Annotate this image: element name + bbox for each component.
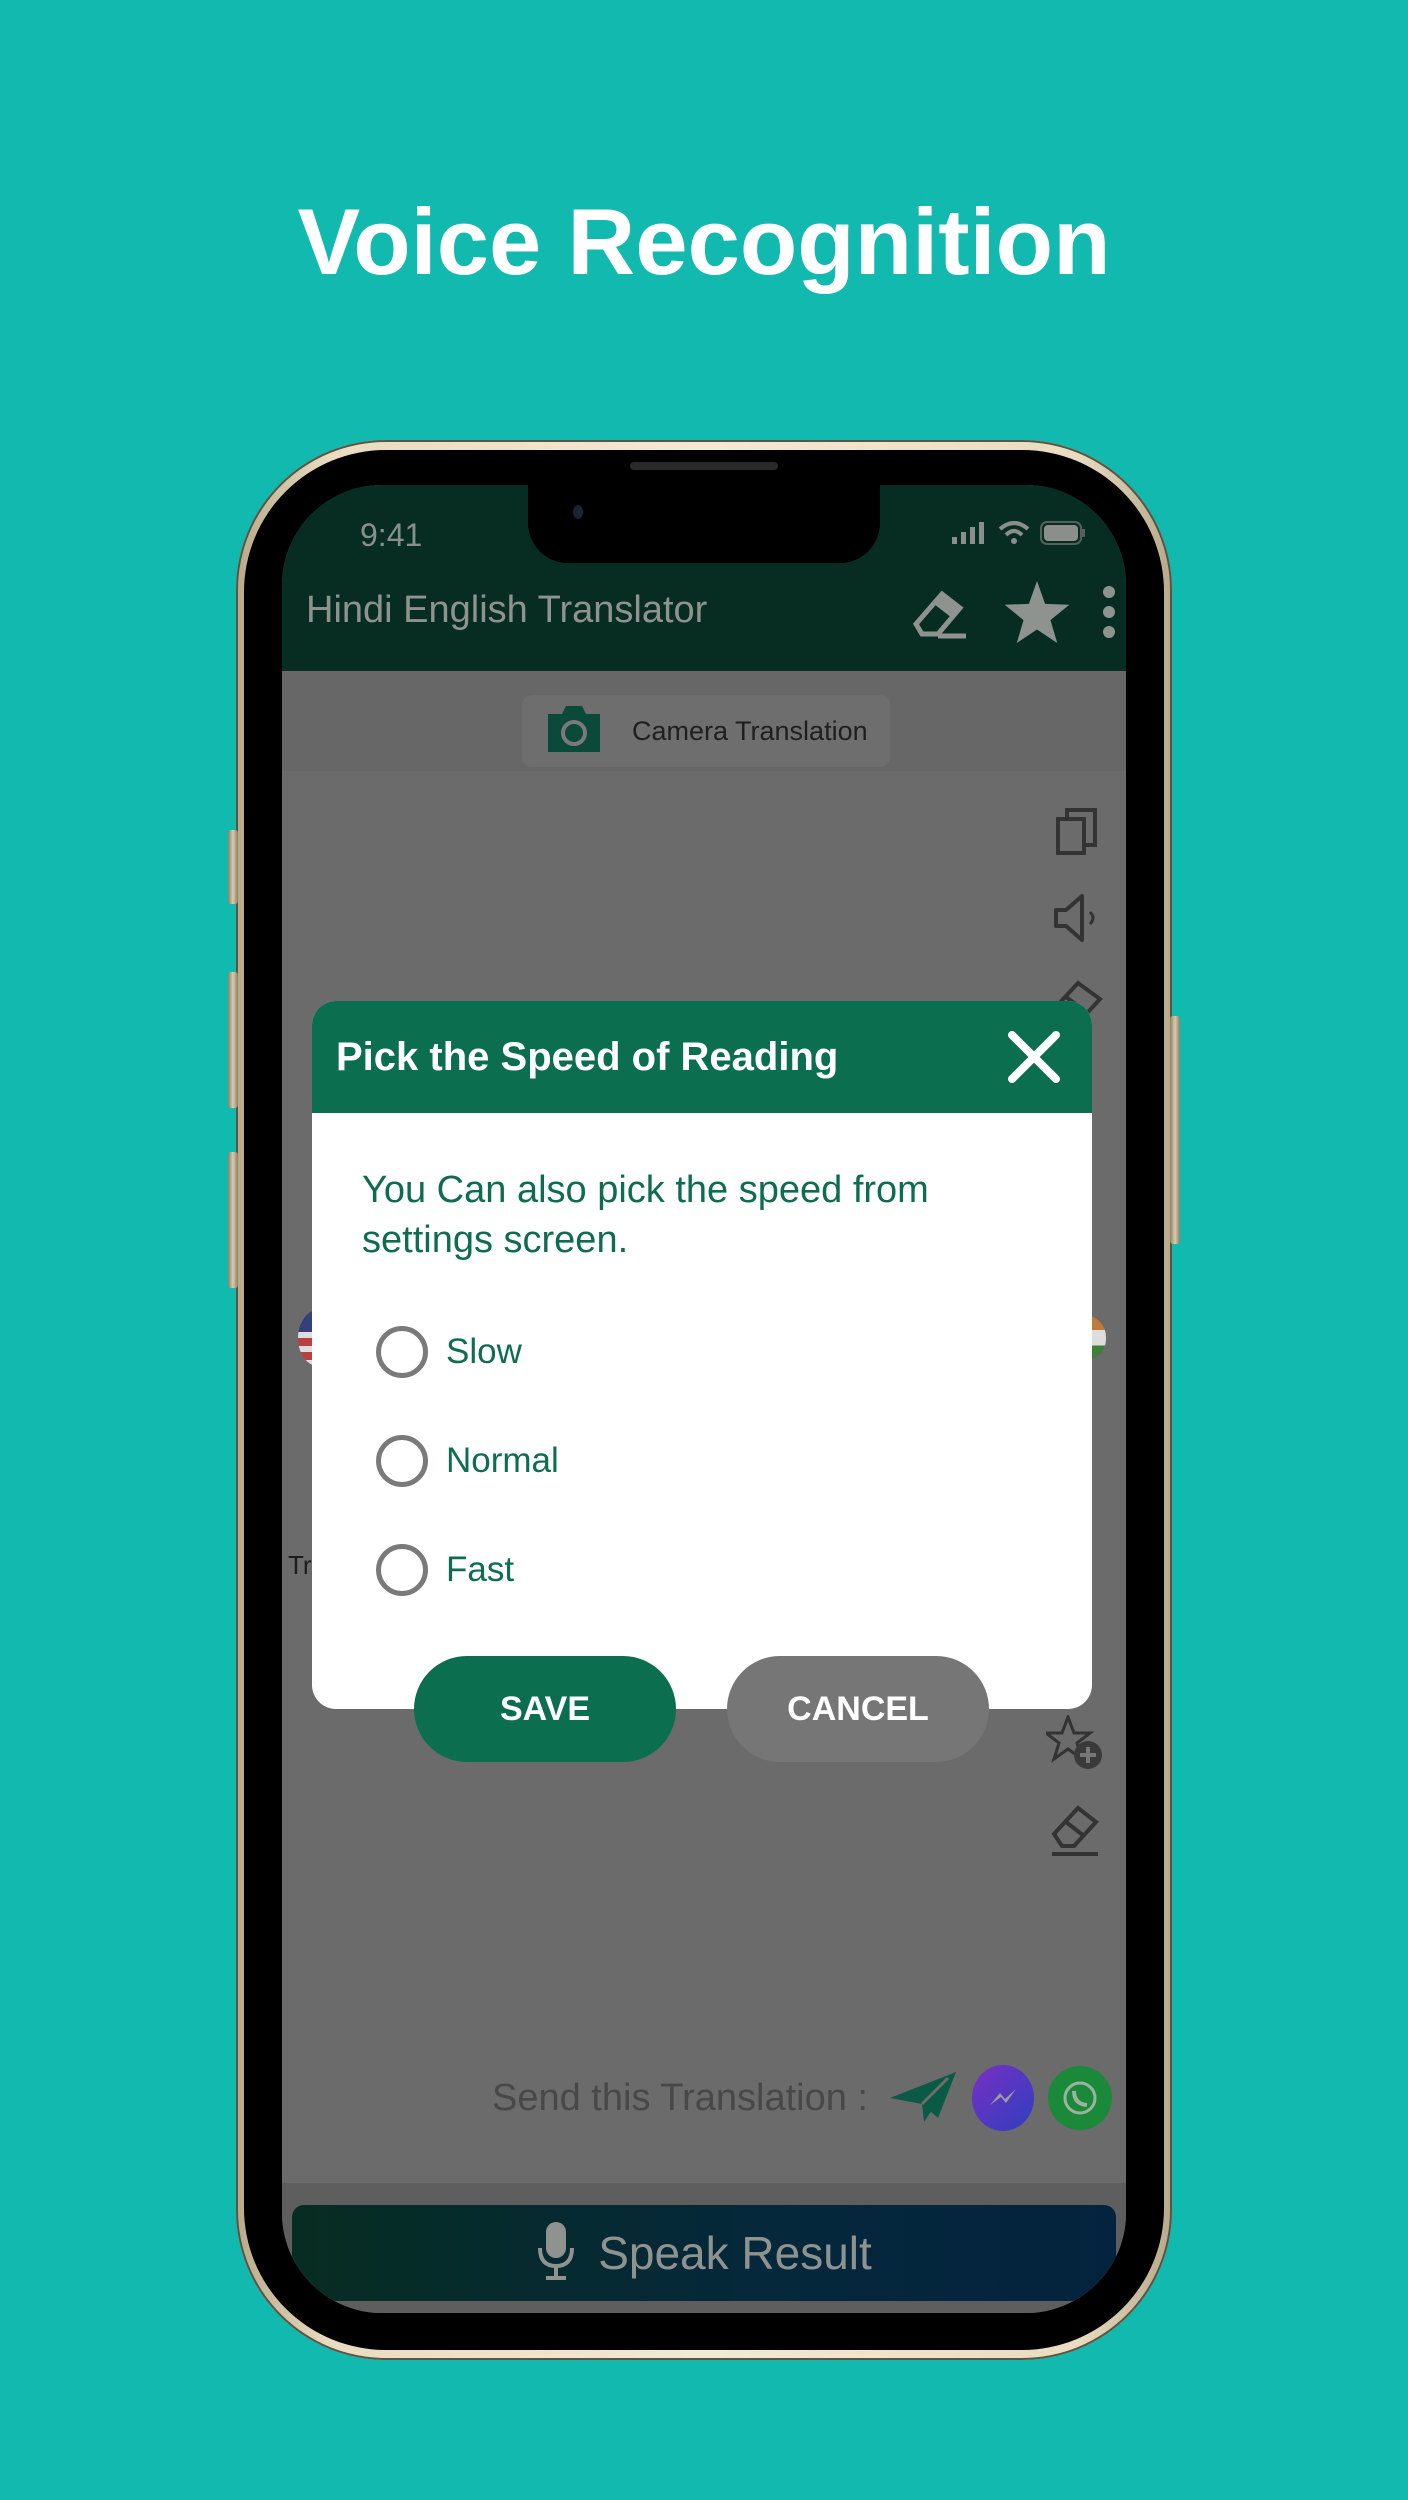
wifi-icon	[998, 521, 1030, 550]
radio-button[interactable]	[376, 1326, 428, 1378]
radio-option-fast[interactable]: Fast	[376, 1544, 514, 1596]
dialog-title: Pick the Speed of Reading	[336, 1035, 839, 1079]
speak-result-label: Speak Result	[598, 2227, 872, 2279]
dialog-message: You Can also pick the speed from setting…	[362, 1169, 929, 1261]
app-bar-actions	[908, 581, 1116, 648]
camera-translation-label: Camera Translation	[632, 715, 868, 746]
phone-power-button	[1170, 1016, 1180, 1244]
output-tools	[1041, 1712, 1104, 1861]
status-icons	[952, 521, 1086, 550]
phone-volume-up-button	[228, 972, 238, 1108]
dialog-header: Pick the Speed of Reading	[312, 1001, 1092, 1113]
battery-icon	[1040, 521, 1086, 550]
telegram-icon[interactable]	[888, 2068, 958, 2129]
camera-icon	[544, 702, 604, 761]
messenger-icon[interactable]	[972, 2065, 1034, 2131]
share-label: Send this Translation :	[492, 2076, 868, 2119]
share-row: Send this Translation :	[492, 2065, 1112, 2131]
app-bar: 9:41 Hindi English Translator	[282, 485, 1126, 671]
speaker-icon[interactable]	[1052, 892, 1102, 949]
radio-option-slow[interactable]: Slow	[376, 1326, 522, 1378]
star-icon[interactable]	[1004, 581, 1070, 648]
promo-title: Voice Recognition	[297, 189, 1111, 294]
speak-result-button[interactable]: Speak Result	[292, 2205, 1116, 2301]
status-time: 9:41	[360, 517, 423, 553]
partial-label: Tr	[288, 1550, 312, 1580]
radio-option-normal[interactable]: Normal	[376, 1435, 559, 1487]
eraser-icon[interactable]	[1048, 1800, 1102, 1861]
save-button[interactable]: SAVE	[414, 1656, 676, 1762]
eraser-icon[interactable]	[908, 584, 972, 645]
speed-dialog: Pick the Speed of Reading You Can also p…	[312, 1001, 1092, 1709]
favorite-add-icon[interactable]	[1041, 1712, 1104, 1776]
radio-button[interactable]	[376, 1435, 428, 1487]
whatsapp-icon[interactable]	[1048, 2066, 1112, 2130]
camera-translation-button[interactable]: Camera Translation	[522, 695, 890, 767]
close-icon	[1008, 1031, 1060, 1083]
signal-icon	[952, 522, 988, 549]
radio-label: Slow	[446, 1332, 522, 1371]
microphone-icon	[536, 2220, 576, 2287]
radio-label: Fast	[446, 1550, 515, 1589]
copy-icon[interactable]	[1055, 807, 1099, 862]
app-title: Hindi English Translator	[306, 589, 708, 631]
notch	[528, 485, 880, 563]
phone-volume-down-button	[228, 1152, 238, 1288]
close-button[interactable]	[1004, 1027, 1064, 1087]
radio-label: Normal	[446, 1441, 559, 1480]
cancel-button[interactable]: CANCEL	[727, 1656, 989, 1762]
more-vert-icon[interactable]	[1102, 584, 1116, 645]
phone-side-button	[228, 830, 238, 904]
radio-button[interactable]	[376, 1544, 428, 1596]
input-tools	[1050, 807, 1104, 1032]
speaker-grill	[630, 462, 778, 470]
front-camera	[573, 505, 583, 519]
